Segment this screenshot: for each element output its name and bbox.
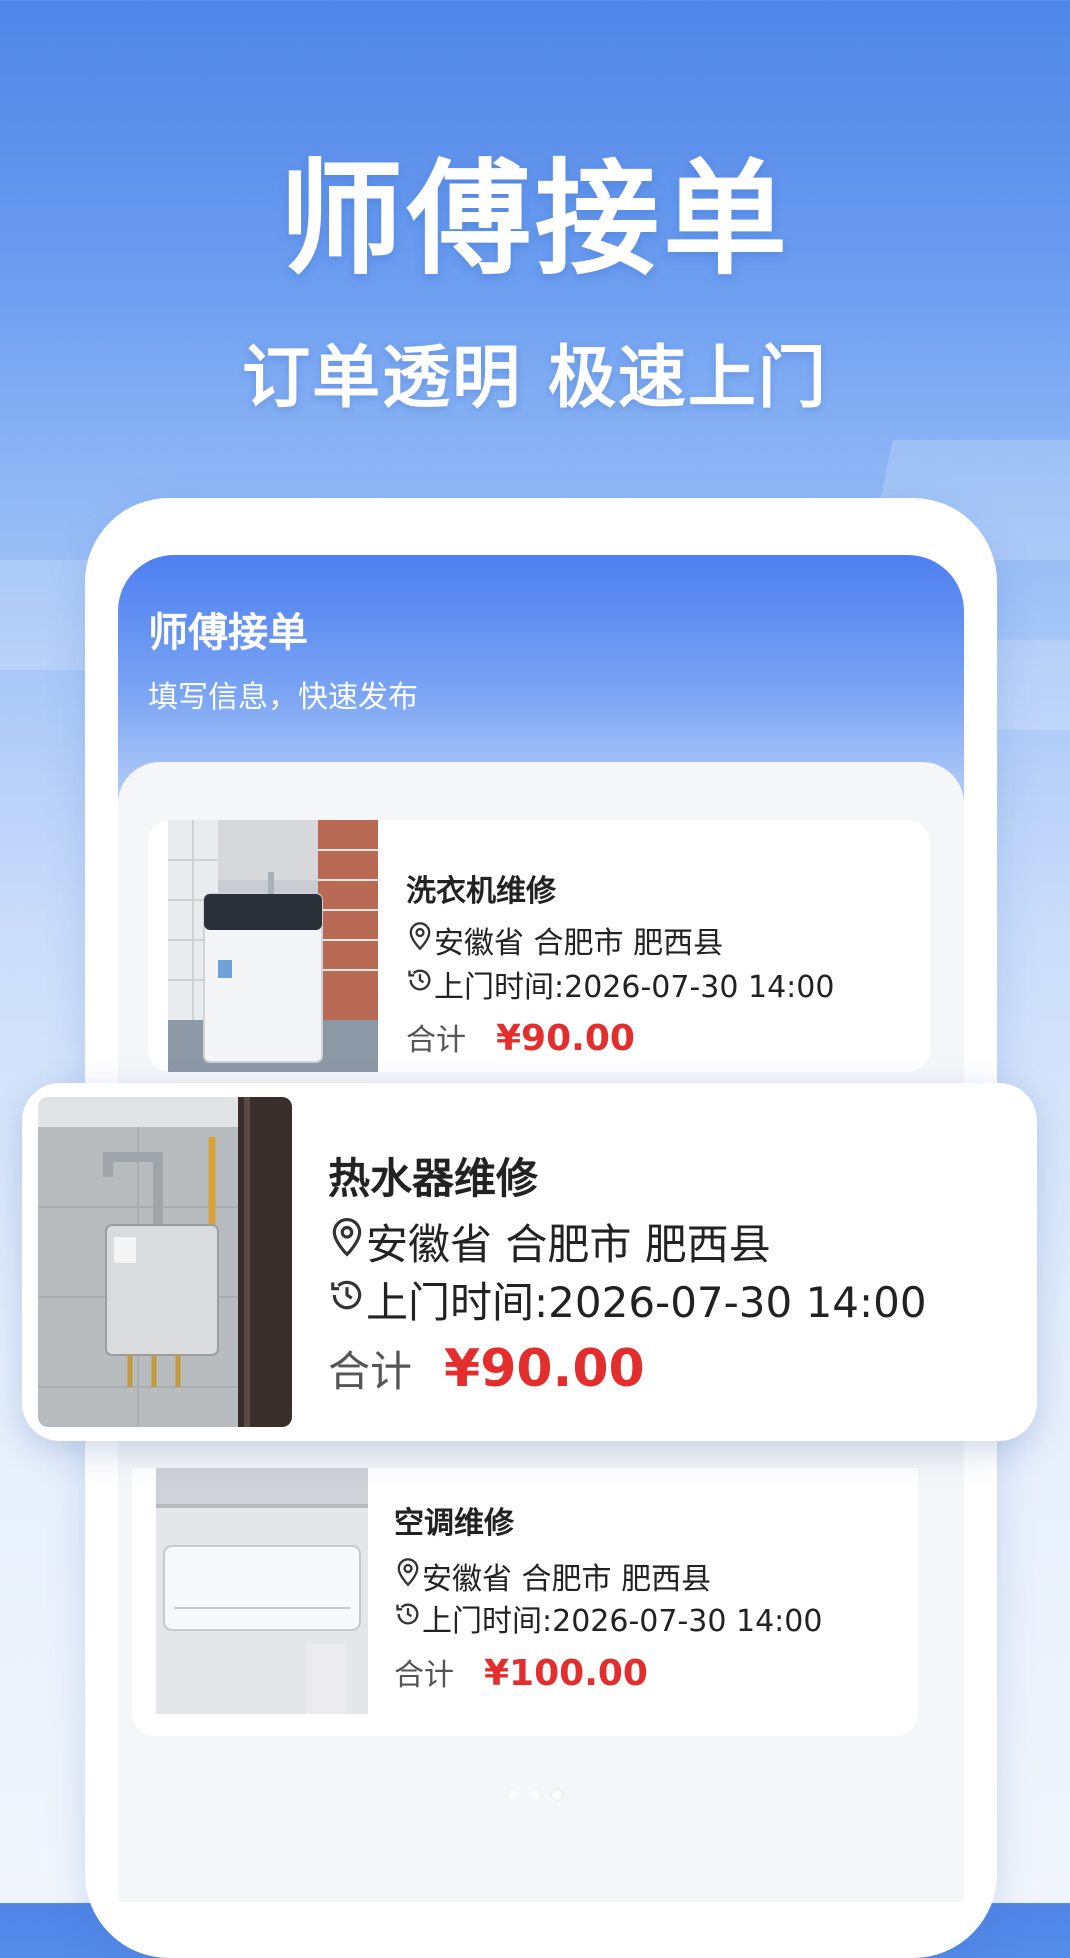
- order-info: 洗衣机维修 安徽省 合肥市 肥西县 上门时间:2026-07-30 14:00 …: [378, 820, 930, 1072]
- location-pin-icon: [394, 1557, 422, 1595]
- order-address: 安徽省 合肥市 肥西县: [394, 1554, 711, 1598]
- total-label: 合计: [394, 1658, 454, 1693]
- address-text: 安徽省 合肥市 肥西县: [434, 926, 724, 961]
- hero-title: 师傅接单: [278, 148, 791, 292]
- order-name: 空调维修: [394, 1506, 514, 1541]
- order-total: 合计 ¥90.00: [406, 1015, 635, 1059]
- order-card-water-heater[interactable]: 热水器维修 安徽省 合肥市 肥西县 上门时间:2026-07-30 14:00 …: [22, 1083, 1037, 1441]
- page-dot[interactable]: [530, 1790, 540, 1800]
- order-time: 上门时间:2026-07-30 14:00: [328, 1269, 927, 1330]
- page-dot-active[interactable]: [552, 1790, 562, 1800]
- location-pin-icon: [406, 921, 434, 959]
- page-indicator: [0, 1790, 1070, 1800]
- address-text: 安徽省 合肥市 肥西县: [366, 1220, 771, 1269]
- order-time: 上门时间:2026-07-30 14:00: [406, 962, 834, 1006]
- hero-subtitle: 订单透明 极速上门: [242, 339, 828, 418]
- order-total: 合计 ¥90.00: [328, 1338, 645, 1399]
- total-label: 合计: [406, 1023, 466, 1058]
- order-name: 洗衣机维修: [406, 874, 556, 909]
- order-price: ¥90.00: [496, 1018, 635, 1059]
- time-text: 上门时间:2026-07-30 14:00: [366, 1278, 927, 1327]
- washing-machine-photo: [168, 820, 378, 1072]
- clock-icon: [328, 1275, 366, 1324]
- order-name: 热水器维修: [328, 1154, 539, 1203]
- time-text: 上门时间:2026-07-30 14:00: [434, 970, 835, 1005]
- clock-icon: [394, 1600, 422, 1636]
- location-pin-icon: [328, 1216, 366, 1268]
- app-subtitle: 填写信息，快速发布: [148, 680, 418, 715]
- time-text: 上门时间:2026-07-30 14:00: [422, 1604, 823, 1639]
- order-info: 空调维修 安徽省 合肥市 肥西县 上门时间:2026-07-30 14:00 合…: [368, 1468, 918, 1736]
- address-text: 安徽省 合肥市 肥西县: [422, 1562, 712, 1597]
- order-card-air-conditioner[interactable]: 空调维修 安徽省 合肥市 肥西县 上门时间:2026-07-30 14:00 合…: [132, 1468, 918, 1736]
- order-address: 安徽省 合肥市 肥西县: [406, 918, 723, 962]
- air-conditioner-photo: [156, 1468, 368, 1714]
- order-total: 合计 ¥100.00: [394, 1650, 648, 1694]
- clock-icon: [406, 966, 434, 1002]
- water-heater-photo: [38, 1097, 292, 1427]
- order-address: 安徽省 合肥市 肥西县: [328, 1211, 771, 1272]
- order-price: ¥90.00: [444, 1339, 645, 1399]
- order-time: 上门时间:2026-07-30 14:00: [394, 1596, 822, 1640]
- total-label: 合计: [328, 1347, 413, 1396]
- app-title: 师傅接单: [148, 610, 308, 656]
- page-dot[interactable]: [508, 1790, 518, 1800]
- order-info: 热水器维修 安徽省 合肥市 肥西县 上门时间:2026-07-30 14:00 …: [292, 1083, 1037, 1441]
- order-card-washing-machine[interactable]: 洗衣机维修 安徽省 合肥市 肥西县 上门时间:2026-07-30 14:00 …: [148, 820, 930, 1072]
- order-price: ¥100.00: [484, 1653, 648, 1694]
